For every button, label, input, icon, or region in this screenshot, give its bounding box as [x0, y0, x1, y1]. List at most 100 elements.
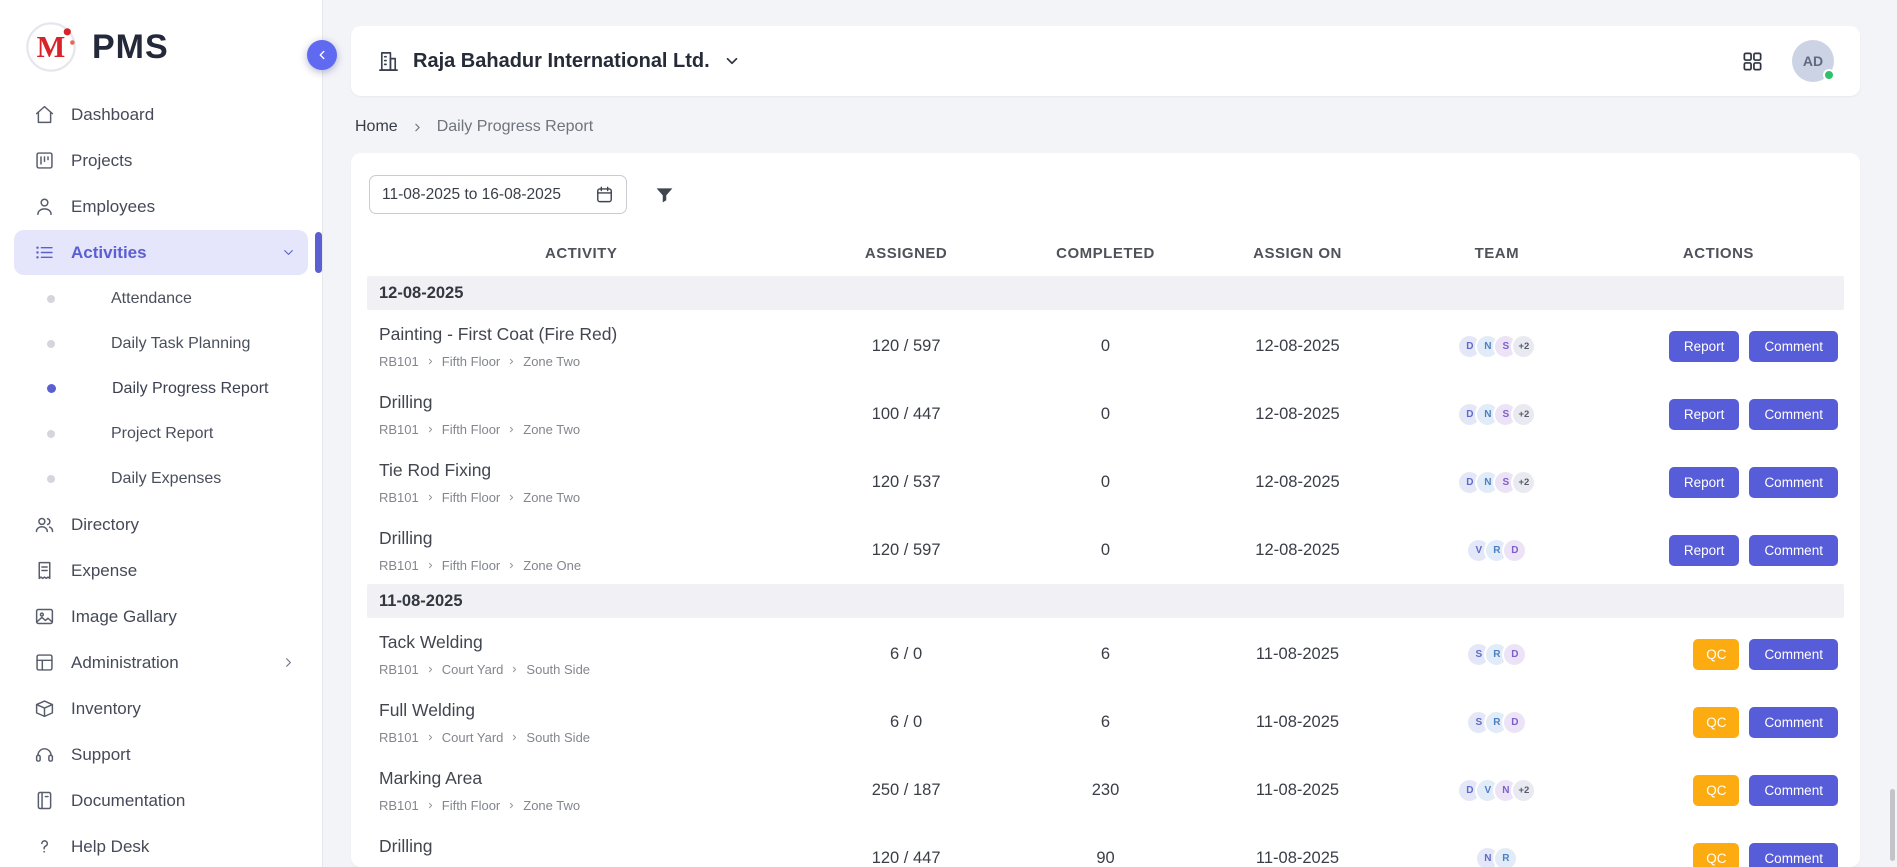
report-button[interactable]: Report [1669, 535, 1740, 566]
report-button[interactable]: Report [1669, 399, 1740, 430]
activity-cell: Tack Welding RB101Court YardSouth Side [367, 632, 795, 677]
sidebar-collapse-button[interactable] [307, 40, 337, 70]
assign-on-value: 12-08-2025 [1194, 541, 1401, 560]
sidebar-item-administration[interactable]: Administration [14, 640, 308, 685]
sidebar-item-inventory[interactable]: Inventory [14, 686, 308, 731]
company-name: Raja Bahadur International Ltd. [413, 50, 710, 73]
calendar-icon[interactable] [595, 185, 614, 204]
chevron-down-icon [723, 52, 741, 70]
sidebar-item-expense[interactable]: Expense [14, 548, 308, 593]
report-button[interactable]: Report [1669, 467, 1740, 498]
comment-button[interactable]: Comment [1749, 775, 1838, 806]
col-assign-on: ASSIGN ON [1194, 245, 1401, 262]
support-icon [34, 744, 55, 765]
team-avatar: D [1502, 538, 1527, 563]
comment-button[interactable]: Comment [1749, 467, 1838, 498]
path-segment: RB101 [379, 662, 419, 677]
path-chevron-icon [426, 561, 435, 570]
path-chevron-icon [426, 733, 435, 742]
path-segment: RB101 [379, 798, 419, 813]
comment-button[interactable]: Comment [1749, 639, 1838, 670]
assign-on-value: 12-08-2025 [1194, 405, 1401, 424]
activity-path: RB101Fifth FloorZone Two [379, 490, 795, 505]
qc-button[interactable]: QC [1693, 639, 1739, 670]
date-range-input[interactable] [369, 175, 627, 214]
qc-button[interactable]: QC [1693, 707, 1739, 738]
bullet-dot-icon [47, 475, 55, 483]
qc-button[interactable]: QC [1693, 843, 1739, 867]
team-more-badge: +2 [1511, 334, 1536, 359]
path-chevron-icon [426, 425, 435, 434]
path-chevron-icon [426, 357, 435, 366]
building-icon [377, 50, 400, 73]
sidebar-item-dashboard[interactable]: Dashboard [14, 92, 308, 137]
assign-on-value: 12-08-2025 [1194, 337, 1401, 356]
table-row: Tack Welding RB101Court YardSouth Side 6… [367, 620, 1844, 688]
filter-funnel-icon[interactable] [654, 184, 675, 205]
completed-value: 0 [1017, 337, 1194, 356]
path-segment: Fifth Floor [442, 558, 501, 573]
row-actions: QC Comment [1593, 639, 1844, 670]
administration-icon [34, 652, 55, 673]
active-item-indicator [315, 232, 322, 273]
sidebar-item-help-desk[interactable]: Help Desk [14, 824, 308, 867]
sidebar-item-projects[interactable]: Projects [14, 138, 308, 183]
assigned-value: 120 / 597 [795, 337, 1017, 356]
assign-on-value: 12-08-2025 [1194, 473, 1401, 492]
table-row: Drilling RB101Fifth FloorZone Two 100 / … [367, 380, 1844, 448]
sidebar-item-label: Employees [71, 197, 155, 217]
online-status-dot [1823, 69, 1835, 81]
comment-button[interactable]: Comment [1749, 331, 1838, 362]
sidebar: M PMS Dashboard Projects Employees Activ… [0, 0, 323, 867]
page-scrollbar[interactable] [1890, 789, 1895, 861]
sidebar-subitem-attendance[interactable]: Attendance [0, 276, 322, 321]
svg-text:M: M [37, 30, 66, 64]
team-avatar: R [1493, 846, 1518, 867]
completed-value: 230 [1017, 781, 1194, 800]
activity-path: RB101Court YardSouth Side [379, 730, 795, 745]
activity-cell: Drilling RB101Fifth FloorZone One [367, 528, 795, 573]
team-avatars: DNS+2 [1401, 334, 1593, 359]
path-segment: South Side [526, 662, 590, 677]
row-actions: QC Comment [1593, 707, 1844, 738]
team-avatars: DNS+2 [1401, 470, 1593, 495]
sidebar-item-documentation[interactable]: Documentation [14, 778, 308, 823]
comment-button[interactable]: Comment [1749, 399, 1838, 430]
path-chevron-icon [507, 493, 516, 502]
user-avatar[interactable]: AD [1792, 40, 1834, 82]
activity-path: RB101Fifth FloorZone Two [379, 422, 795, 437]
comment-button[interactable]: Comment [1749, 707, 1838, 738]
sidebar-item-support[interactable]: Support [14, 732, 308, 777]
col-actions: ACTIONS [1593, 245, 1844, 262]
activity-name: Drilling [379, 836, 795, 857]
qc-button[interactable]: QC [1693, 775, 1739, 806]
comment-button[interactable]: Comment [1749, 843, 1838, 867]
sidebar-item-directory[interactable]: Directory [14, 502, 308, 547]
date-range-value[interactable] [382, 186, 585, 204]
sidebar-subitem-daily-expenses[interactable]: Daily Expenses [0, 456, 322, 501]
col-activity: ACTIVITY [367, 245, 795, 262]
sidebar-subitem-daily-task-planning[interactable]: Daily Task Planning [0, 321, 322, 366]
sidebar-item-employees[interactable]: Employees [14, 184, 308, 229]
app-name: PMS [92, 28, 169, 67]
sidebar-subitem-daily-progress-report[interactable]: Daily Progress Report [0, 366, 322, 411]
bullet-dot-icon [47, 340, 55, 348]
report-button[interactable]: Report [1669, 331, 1740, 362]
col-team: TEAM [1401, 245, 1593, 262]
company-selector[interactable]: Raja Bahadur International Ltd. [377, 50, 741, 73]
expense-icon [34, 560, 55, 581]
sidebar-item-label: Image Gallary [71, 607, 177, 627]
sidebar-item-label: Expense [71, 561, 137, 581]
sidebar-item-activities[interactable]: Activities [14, 230, 308, 275]
path-segment: RB101 [379, 490, 419, 505]
sidebar-subitem-project-report[interactable]: Project Report [0, 411, 322, 456]
assigned-value: 250 / 187 [795, 781, 1017, 800]
assigned-value: 100 / 447 [795, 405, 1017, 424]
path-segment: RB101 [379, 558, 419, 573]
comment-button[interactable]: Comment [1749, 535, 1838, 566]
sidebar-item-image-gallary[interactable]: Image Gallary [14, 594, 308, 639]
breadcrumb-home[interactable]: Home [355, 118, 398, 136]
sidebar-subitem-label: Project Report [111, 425, 213, 443]
apps-grid-icon[interactable] [1741, 50, 1764, 73]
activity-path: RB101Fifth FloorZone Two [379, 798, 795, 813]
